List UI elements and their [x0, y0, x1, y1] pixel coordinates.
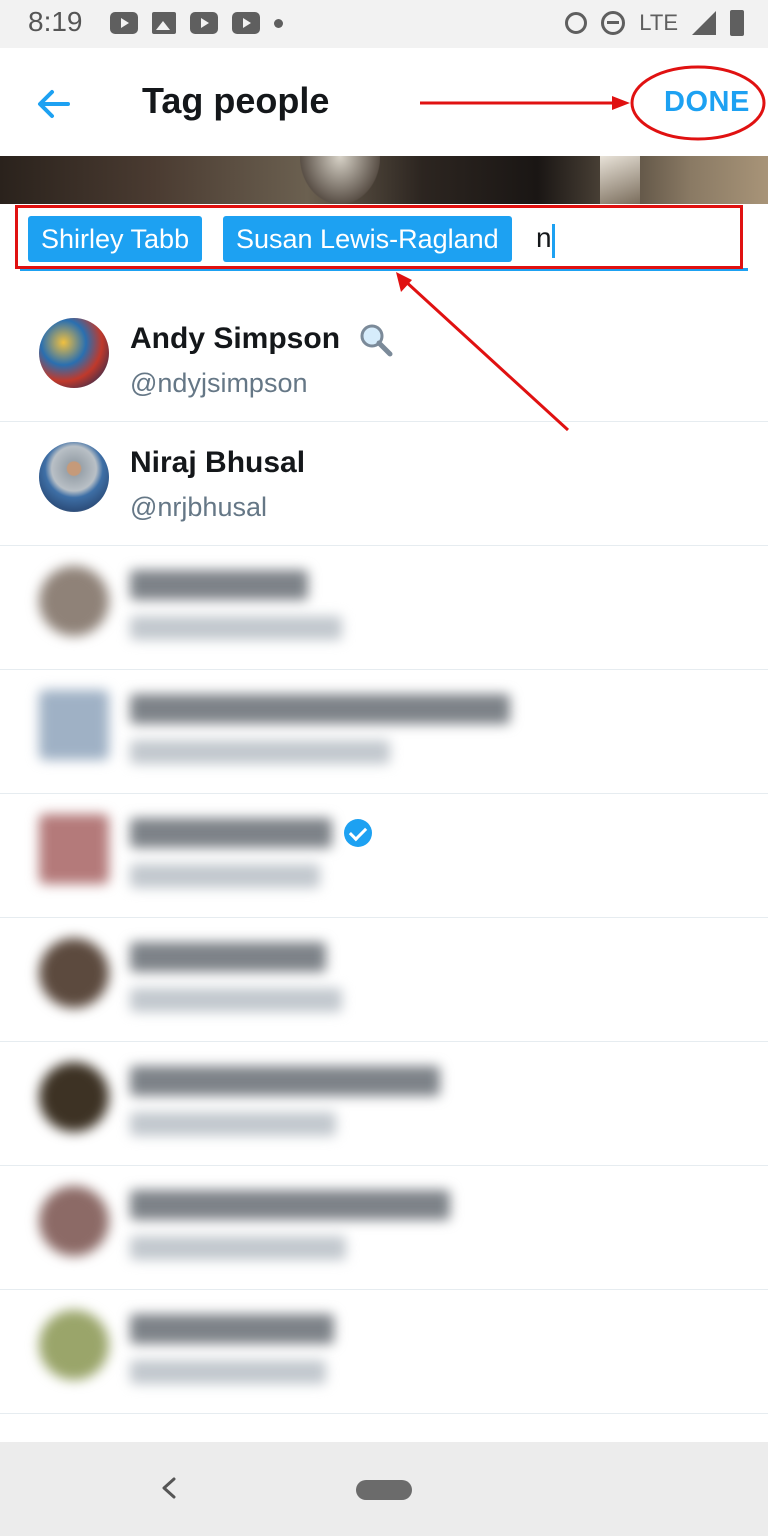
- network-type: LTE: [639, 10, 678, 35]
- avatar: [39, 1062, 109, 1132]
- tag-input[interactable]: Shirley Tabb Susan Lewis-Ragland n: [0, 204, 768, 278]
- verified-icon: [344, 819, 372, 847]
- user-row[interactable]: [0, 794, 768, 918]
- user-name: Niraj Bhusal: [130, 446, 306, 479]
- blurred-user-handle: [130, 616, 342, 640]
- user-name-row: [130, 818, 372, 848]
- user-row[interactable]: [0, 670, 768, 794]
- tag-chip[interactable]: Shirley Tabb: [28, 216, 203, 262]
- youtube-icon: [232, 12, 260, 34]
- notification-icons: [110, 12, 283, 34]
- photo-detail: [300, 156, 380, 204]
- battery-icon: [730, 10, 744, 36]
- nav-back-icon[interactable]: [158, 1476, 182, 1500]
- blurred-user-name: [130, 818, 332, 848]
- avatar: [39, 1186, 109, 1256]
- blurred-user-handle: [130, 740, 390, 764]
- user-row[interactable]: [0, 1166, 768, 1290]
- tag-chip[interactable]: Susan Lewis-Ragland: [223, 216, 512, 262]
- avatar: [39, 442, 109, 512]
- blurred-user-handle: [130, 1112, 336, 1136]
- status-time: 8:19: [28, 6, 83, 37]
- youtube-icon: [190, 12, 218, 34]
- user-row[interactable]: [0, 1290, 768, 1414]
- blurred-user-name: [130, 570, 308, 600]
- blurred-user-name: [130, 1066, 440, 1096]
- avatar: [39, 1310, 109, 1380]
- user-row[interactable]: [0, 1042, 768, 1166]
- avatar: [39, 566, 109, 636]
- status-bar: 8:19 LTE: [0, 0, 768, 48]
- user-name: Andy Simpson: [130, 322, 341, 355]
- blurred-user-handle: [130, 988, 342, 1012]
- dot-icon: [274, 18, 283, 28]
- user-handle: @ndyjsimpson: [130, 368, 308, 398]
- user-row[interactable]: [0, 918, 768, 1042]
- avatar: [39, 690, 109, 760]
- blurred-user-name: [130, 1314, 334, 1344]
- search-icon: [360, 324, 393, 357]
- done-button[interactable]: DONE: [664, 86, 750, 119]
- system-icons: LTE: [565, 10, 744, 36]
- home-pill-icon[interactable]: [356, 1480, 412, 1500]
- blurred-user-name: [130, 694, 510, 724]
- youtube-icon: [110, 12, 138, 34]
- user-row[interactable]: [0, 546, 768, 670]
- avatar: [39, 938, 109, 1008]
- blurred-user-handle: [130, 864, 320, 888]
- input-underline: [20, 268, 748, 271]
- tag-search-text[interactable]: n: [536, 222, 552, 254]
- user-handle: @nrjbhusal: [130, 492, 267, 522]
- avatar: [39, 318, 109, 388]
- user-suggestion-list: Andy Simpson @ndyjsimpson Niraj Bhusal @…: [0, 298, 768, 1414]
- avatar: [39, 814, 109, 884]
- alarm-icon: [565, 12, 588, 34]
- text-caret: [552, 224, 555, 258]
- page-title: Tag people: [142, 80, 330, 121]
- user-name-row: Andy Simpson: [130, 322, 394, 358]
- blurred-user-name: [130, 1190, 450, 1220]
- signal-icon: [692, 11, 716, 35]
- arrow-left-icon[interactable]: [32, 82, 76, 126]
- do-not-disturb-icon: [601, 11, 626, 35]
- photo-preview: [0, 156, 768, 204]
- user-row[interactable]: Andy Simpson @ndyjsimpson: [0, 298, 768, 422]
- user-row[interactable]: Niraj Bhusal @nrjbhusal: [0, 422, 768, 546]
- image-icon: [152, 12, 176, 34]
- blurred-user-name: [130, 942, 326, 972]
- photo-detail: [600, 156, 640, 204]
- blurred-user-handle: [130, 1236, 346, 1260]
- system-nav-bar: [0, 1442, 768, 1536]
- app-bar: Tag people DONE: [0, 48, 768, 156]
- blurred-user-handle: [130, 1360, 326, 1384]
